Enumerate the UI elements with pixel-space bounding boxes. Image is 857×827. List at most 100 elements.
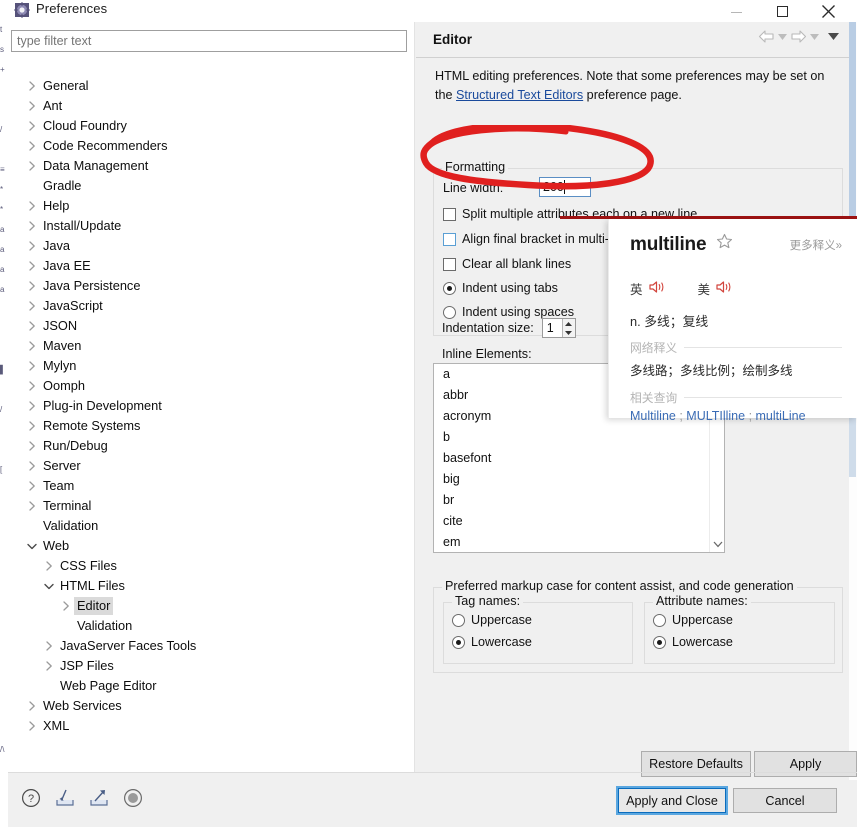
export-icon[interactable]	[88, 787, 110, 809]
star-outline-icon[interactable]	[716, 233, 733, 255]
sidebar-item-web[interactable]: Web	[8, 536, 415, 556]
chevron-right-icon[interactable]	[26, 420, 38, 432]
radio-button[interactable]	[443, 281, 456, 295]
radio-tag-lowercase[interactable]: Lowercase	[452, 635, 532, 649]
radio-attr-lowercase[interactable]: Lowercase	[653, 635, 733, 649]
stepper-buttons[interactable]	[561, 319, 575, 337]
sidebar-item-cloud-foundry[interactable]: Cloud Foundry	[8, 116, 415, 136]
sidebar-item-oomph[interactable]: Oomph	[8, 376, 415, 396]
indentation-size-stepper[interactable]: 1	[541, 318, 576, 338]
chevron-right-icon[interactable]	[26, 280, 38, 292]
list-item[interactable]: cite	[434, 511, 724, 532]
stepper-down-icon[interactable]	[563, 328, 575, 337]
radio-attr-uppercase[interactable]: Uppercase	[653, 613, 733, 627]
related-term-link[interactable]: MULTIlline	[686, 409, 745, 423]
sidebar-item-validation[interactable]: Validation	[8, 516, 415, 536]
restore-defaults-button[interactable]: Restore Defaults	[641, 751, 751, 777]
chevron-right-icon[interactable]	[26, 700, 38, 712]
chevron-right-icon[interactable]	[26, 440, 38, 452]
sidebar-item-code-recommenders[interactable]: Code Recommenders	[8, 136, 415, 156]
sidebar-item-validation[interactable]: Validation	[8, 616, 415, 636]
chevron-right-icon[interactable]	[43, 560, 55, 572]
sidebar-item-html-files[interactable]: HTML Files	[8, 576, 415, 596]
checkbox-box[interactable]	[443, 207, 456, 221]
sidebar-item-json[interactable]: JSON	[8, 316, 415, 336]
us-speaker-icon[interactable]	[716, 280, 733, 297]
sidebar-item-team[interactable]: Team	[8, 476, 415, 496]
chevron-right-icon[interactable]	[26, 480, 38, 492]
chevron-right-icon[interactable]	[26, 460, 38, 472]
preferences-tree[interactable]: General Ant Cloud Foundry Code Recommenders…	[8, 76, 415, 766]
minimize-button[interactable]	[713, 0, 759, 22]
radio-button[interactable]	[653, 635, 666, 649]
chevron-right-icon[interactable]	[26, 300, 38, 312]
maximize-button[interactable]	[759, 0, 805, 22]
forward-arrow-icon[interactable]	[790, 30, 807, 43]
chevron-right-icon[interactable]	[26, 720, 38, 732]
uk-speaker-icon[interactable]	[648, 280, 666, 297]
radio-button[interactable]	[452, 635, 465, 649]
sidebar-item-terminal[interactable]: Terminal	[8, 496, 415, 516]
view-menu-icon[interactable]	[828, 33, 839, 40]
list-item[interactable]: basefont	[434, 448, 724, 469]
chevron-right-icon[interactable]	[26, 200, 38, 212]
forward-dropdown-icon[interactable]	[810, 33, 819, 40]
list-item[interactable]: b	[434, 427, 724, 448]
sidebar-item-maven[interactable]: Maven	[8, 336, 415, 356]
sidebar-item-web-page-editor[interactable]: Web Page Editor	[8, 676, 415, 696]
sidebar-item-data-management[interactable]: Data Management	[8, 156, 415, 176]
back-arrow-icon[interactable]	[758, 30, 775, 43]
sidebar-item-xml[interactable]: XML	[8, 716, 415, 736]
dictionary-more-link[interactable]: 更多释义»	[790, 237, 842, 253]
chevron-right-icon[interactable]	[26, 240, 38, 252]
checkbox-clear-blank-lines[interactable]: Clear all blank lines	[443, 257, 571, 271]
close-button[interactable]	[805, 0, 851, 22]
sidebar-item-gradle[interactable]: Gradle	[8, 176, 415, 196]
sidebar-item-javaserver-faces-tools[interactable]: JavaServer Faces Tools	[8, 636, 415, 656]
sidebar-item-ant[interactable]: Ant	[8, 96, 415, 116]
filter-input[interactable]	[11, 30, 407, 52]
sidebar-item-mylyn[interactable]: Mylyn	[8, 356, 415, 376]
sidebar-item-run-debug[interactable]: Run/Debug	[8, 436, 415, 456]
apply-button[interactable]: Apply	[754, 751, 857, 777]
chevron-right-icon[interactable]	[26, 100, 38, 112]
chevron-right-icon[interactable]	[26, 260, 38, 272]
radio-button[interactable]	[452, 613, 465, 627]
sidebar-item-java[interactable]: Java	[8, 236, 415, 256]
help-icon[interactable]: ?	[20, 787, 42, 809]
line-width-input[interactable]: 200	[539, 177, 591, 197]
chevron-right-icon[interactable]	[26, 140, 38, 152]
chevron-down-icon[interactable]	[712, 539, 723, 550]
sidebar-item-remote-systems[interactable]: Remote Systems	[8, 416, 415, 436]
chevron-right-icon[interactable]	[26, 320, 38, 332]
list-item[interactable]: big	[434, 469, 724, 490]
radio-button[interactable]	[443, 305, 456, 319]
sidebar-item-plug-in-development[interactable]: Plug-in Development	[8, 396, 415, 416]
list-item[interactable]: br	[434, 490, 724, 511]
checkbox-box[interactable]	[443, 257, 456, 271]
sidebar-item-install-update[interactable]: Install/Update	[8, 216, 415, 236]
dictionary-related-terms[interactable]: Multiline ; MULTIlline ; multiLine	[630, 409, 806, 423]
structured-text-editors-link[interactable]: Structured Text Editors	[456, 88, 583, 102]
chevron-right-icon[interactable]	[43, 640, 55, 652]
sidebar-item-java-persistence[interactable]: Java Persistence	[8, 276, 415, 296]
sidebar-item-java-ee[interactable]: Java EE	[8, 256, 415, 276]
chevron-down-icon[interactable]	[43, 580, 55, 592]
radio-button[interactable]	[653, 613, 666, 627]
chevron-down-icon[interactable]	[26, 540, 38, 552]
back-dropdown-icon[interactable]	[778, 33, 787, 40]
chevron-right-icon[interactable]	[26, 360, 38, 372]
chevron-right-icon[interactable]	[26, 220, 38, 232]
sidebar-item-editor[interactable]: Editor	[8, 596, 415, 616]
import-icon[interactable]	[54, 787, 76, 809]
apply-and-close-button[interactable]: Apply and Close	[616, 786, 728, 815]
chevron-right-icon[interactable]	[43, 660, 55, 672]
sidebar-item-javascript[interactable]: JavaScript	[8, 296, 415, 316]
related-term-link[interactable]: Multiline	[630, 409, 676, 423]
dictionary-popup[interactable]: multiline 更多释义» 英 美 n. 多线；复线 网络释义 多线路；多线…	[608, 219, 857, 423]
sidebar-item-server[interactable]: Server	[8, 456, 415, 476]
chevron-right-icon[interactable]	[26, 340, 38, 352]
checkbox-box[interactable]	[443, 232, 456, 246]
chevron-right-icon[interactable]	[26, 400, 38, 412]
sidebar-item-css-files[interactable]: CSS Files	[8, 556, 415, 576]
